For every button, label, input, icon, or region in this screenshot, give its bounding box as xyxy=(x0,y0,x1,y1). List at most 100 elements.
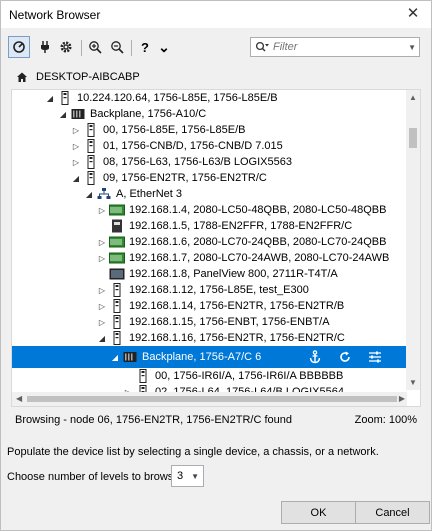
gear-icon xyxy=(60,41,72,53)
plug-icon xyxy=(41,41,49,53)
scroll-up-icon[interactable]: ▲ xyxy=(409,93,417,102)
filter-box[interactable]: ▼ xyxy=(250,37,420,57)
toolbar-separator xyxy=(131,40,132,56)
tree-row-label: 192.168.1.15, 1756-ENBT, 1756-ENBT/A xyxy=(129,316,330,328)
tree-row[interactable]: ▷ 192.168.1.14, 1756-EN2TR, 1756-EN2TR/B xyxy=(12,298,407,314)
close-button[interactable]: ✕ xyxy=(401,4,425,24)
expand-arrow-icon[interactable]: ▷ xyxy=(97,282,107,298)
tree-row[interactable]: ▷ 01, 1756-CNB/D, 1756-CNB/D 7.015 xyxy=(12,138,407,154)
zoom-in-icon xyxy=(89,41,102,54)
status-bar: Browsing - node 06, 1756-EN2TR, 1756-EN2… xyxy=(11,407,421,431)
scroll-thumb-horizontal[interactable] xyxy=(27,396,397,402)
tree-row[interactable]: ◢ Backplane, 1756-A10/C xyxy=(12,106,407,122)
connect-button[interactable] xyxy=(35,37,55,57)
zoom-in-button[interactable] xyxy=(85,37,105,57)
scroll-right-icon[interactable]: ▶ xyxy=(399,394,405,403)
tree-row[interactable]: ▷ 00, 1756-L85E, 1756-L85E/B xyxy=(12,122,407,138)
settings-sliders-icon[interactable] xyxy=(367,349,383,365)
auto-browse-button[interactable] xyxy=(8,36,30,58)
scroll-thumb[interactable] xyxy=(409,128,417,148)
hint-text: Populate the device list by selecting a … xyxy=(7,446,379,458)
levels-value: 3 xyxy=(177,470,184,482)
auto-browse-icon xyxy=(13,41,25,53)
tree-row[interactable]: ▷ 192.168.1.15, 1756-ENBT, 1756-ENBT/A xyxy=(12,314,407,330)
tree-row-label: 00, 1756-IR6I/A, 1756-IR6I/A BBBBBB xyxy=(155,370,344,382)
tree-row[interactable]: ◢ 10.224.120.64, 1756-L85E, 1756-L85E/B xyxy=(12,90,407,106)
tree-row-label: 09, 1756-EN2TR, 1756-EN2TR/C xyxy=(103,172,267,184)
module-icon xyxy=(109,282,125,298)
tree-horizontal-scrollbar[interactable]: ◀ ▶ xyxy=(12,392,407,406)
tree-row-label: 00, 1756-L85E, 1756-L85E/B xyxy=(103,124,246,136)
expand-arrow-icon[interactable]: ▷ xyxy=(71,122,81,138)
refresh-icon[interactable] xyxy=(337,349,353,365)
expand-arrow-icon[interactable]: ▷ xyxy=(97,298,107,314)
tree-row-label: 192.168.1.7, 2080-LC70-24AWB, 2080-LC70-… xyxy=(129,252,390,264)
tree-vertical-scrollbar[interactable]: ▲ ▼ xyxy=(406,90,420,390)
tree-row[interactable]: ▷ 192.168.1.4, 2080-LC50-48QBB, 2080-LC50… xyxy=(12,202,407,218)
collapse-arrow-icon[interactable]: ◢ xyxy=(110,349,120,365)
scroll-left-icon[interactable]: ◀ xyxy=(16,394,22,403)
backplane-icon xyxy=(122,349,138,365)
no-expander xyxy=(123,368,133,384)
cancel-button[interactable]: Cancel xyxy=(355,501,430,524)
micro800-icon xyxy=(109,250,125,266)
collapse-arrow-icon[interactable]: ◢ xyxy=(97,330,107,346)
levels-select[interactable]: 3 ▼ xyxy=(171,465,204,487)
collapse-arrow-icon[interactable]: ◢ xyxy=(71,170,81,186)
network-browser-window: Network Browser ✕ ? ⌄ Filter ▼ DESKTOP-A… xyxy=(0,0,432,531)
ok-button[interactable]: OK xyxy=(281,501,356,524)
chevron-down-icon: ⌄ xyxy=(158,38,170,55)
module-icon xyxy=(83,122,99,138)
tree-row[interactable]: ▷ 08, 1756-L63, 1756-L63/B LOGIX5563 xyxy=(12,154,407,170)
root-computer-node[interactable]: DESKTOP-AIBCABP xyxy=(16,69,140,85)
tree-row[interactable]: ▷ 192.168.1.6, 2080-LC70-24QBB, 2080-LC70… xyxy=(12,234,407,250)
module-icon xyxy=(57,90,73,106)
toolbar-separator xyxy=(81,40,82,56)
status-text: Browsing - node 06, 1756-EN2TR, 1756-EN2… xyxy=(15,414,292,426)
tree-row-label: 192.168.1.14, 1756-EN2TR, 1756-EN2TR/B xyxy=(129,300,345,312)
tree-row-label: Backplane, 1756-A7/C 6 xyxy=(142,351,262,363)
collapse-arrow-icon[interactable]: ◢ xyxy=(45,90,55,106)
help-button[interactable]: ? xyxy=(135,37,155,57)
collapse-arrow-icon[interactable]: ◢ xyxy=(84,186,94,202)
tree-row-selected[interactable]: ◢ Backplane, 1756-A7/C 6 xyxy=(12,346,407,368)
tree-row-label: Backplane, 1756-A10/C xyxy=(90,108,207,120)
tree-row[interactable]: ▷ 192.168.1.7, 2080-LC70-24AWB, 2080-LC70… xyxy=(12,250,407,266)
expand-arrow-icon[interactable]: ▷ xyxy=(97,250,107,266)
micro800-icon xyxy=(109,234,125,250)
tree-row-label: 192.168.1.4, 2080-LC50-48QBB, 2080-LC50-… xyxy=(129,204,387,216)
expand-arrow-icon[interactable]: ▷ xyxy=(71,138,81,154)
scroll-down-icon[interactable]: ▼ xyxy=(409,378,417,387)
tree-row[interactable]: ◢ 09, 1756-EN2TR, 1756-EN2TR/C xyxy=(12,170,407,186)
module-icon xyxy=(135,368,151,384)
tree-row[interactable]: ◢ A, EtherNet 3 xyxy=(12,186,407,202)
filter-dropdown-icon[interactable]: ▼ xyxy=(408,43,416,52)
zoom-out-button[interactable] xyxy=(107,37,127,57)
tree-row[interactable]: ▷ 192.168.1.12, 1756-L85E, test_E300 xyxy=(12,282,407,298)
anchor-icon[interactable] xyxy=(307,349,323,365)
expand-arrow-icon[interactable]: ▷ xyxy=(97,202,107,218)
tree-row-label: 192.168.1.16, 1756-EN2TR, 1756-EN2TR/C xyxy=(129,332,345,344)
collapse-arrow-icon[interactable]: ◢ xyxy=(58,106,68,122)
device-tree[interactable]: ▷02, 1756-L64, 1756-L64/B LOGIX556400, 1… xyxy=(11,89,421,407)
expand-arrow-icon[interactable]: ▷ xyxy=(71,154,81,170)
zoom-out-icon xyxy=(111,41,124,54)
tree-row[interactable]: 192.168.1.5, 1788-EN2FFR, 1788-EN2FFR/C xyxy=(12,218,407,234)
no-expander xyxy=(97,266,107,282)
network-icon xyxy=(96,186,112,202)
more-options-button[interactable]: ⌄ xyxy=(154,37,174,57)
settings-button[interactable] xyxy=(56,37,76,57)
module-icon xyxy=(109,298,125,314)
tree-row-label: 01, 1756-CNB/D, 1756-CNB/D 7.015 xyxy=(103,140,283,152)
chevron-down-icon: ▼ xyxy=(191,472,199,481)
tree-row-label: A, EtherNet 3 xyxy=(116,188,183,200)
levels-label: Choose number of levels to browse xyxy=(7,471,180,483)
tree-row-label: 192.168.1.6, 2080-LC70-24QBB, 2080-LC70-… xyxy=(129,236,387,248)
filter-input[interactable] xyxy=(273,40,401,54)
tree-row[interactable]: ◢ 192.168.1.16, 1756-EN2TR, 1756-EN2TR/C xyxy=(12,330,407,346)
tree-row[interactable]: 192.168.1.8, PanelView 800, 2711R-T4T/A xyxy=(12,266,407,282)
tree-row[interactable]: 00, 1756-IR6I/A, 1756-IR6I/A BBBBBB xyxy=(12,368,407,384)
expand-arrow-icon[interactable]: ▷ xyxy=(97,234,107,250)
expand-arrow-icon[interactable]: ▷ xyxy=(97,314,107,330)
root-label: DESKTOP-AIBCABP xyxy=(36,71,140,83)
